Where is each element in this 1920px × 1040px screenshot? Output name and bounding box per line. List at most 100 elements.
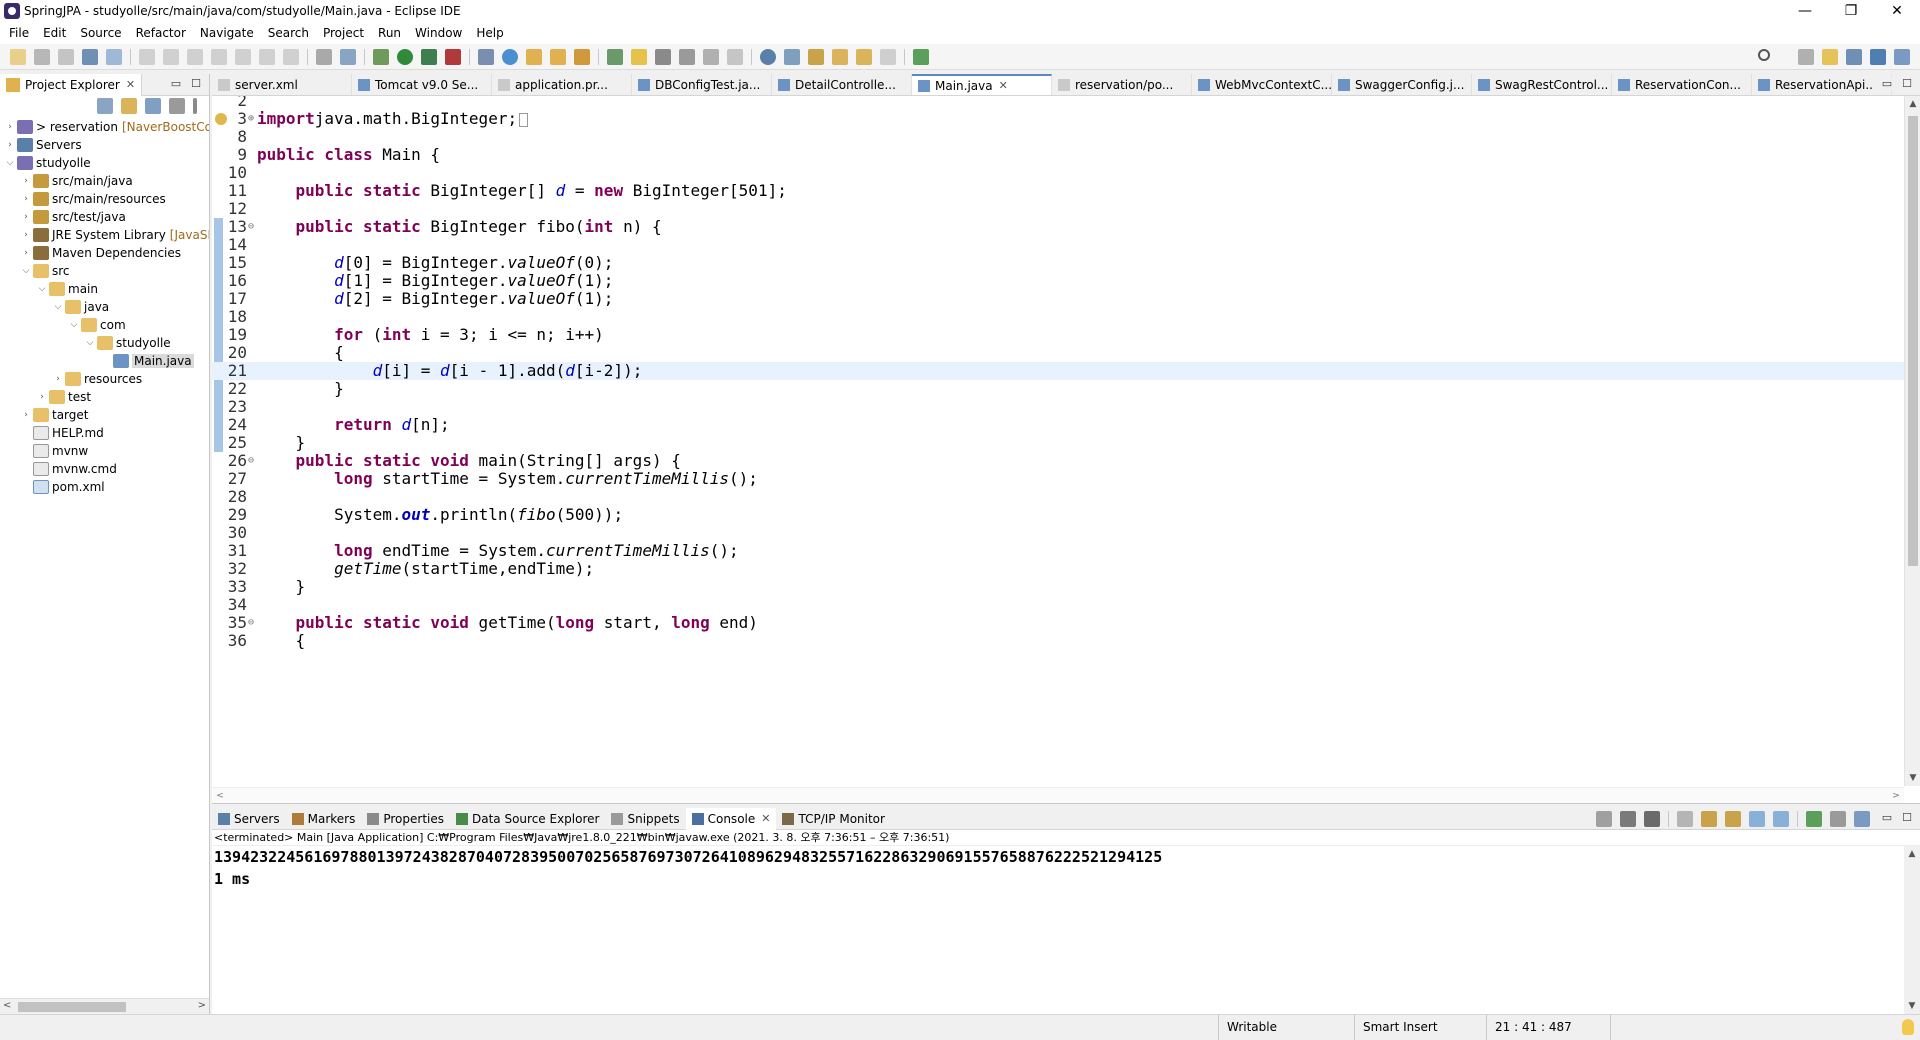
tree-item[interactable]: › Servers <box>0 136 209 154</box>
tree-item[interactable]: ⌵ java <box>0 298 209 316</box>
scroll-left-icon[interactable]: < <box>3 1000 11 1011</box>
expanded-icon[interactable]: ⌵ <box>84 338 96 348</box>
tree-item[interactable]: HELP.md <box>0 424 209 442</box>
console-vertical-scrollbar[interactable]: ▲ ▼ <box>1904 846 1920 1014</box>
search-icon[interactable] <box>1758 49 1770 61</box>
open-file-icon[interactable] <box>550 48 566 65</box>
collapse-fold-icon[interactable]: ⊖ <box>248 452 254 470</box>
tree-item[interactable]: › src/main/java <box>0 172 209 190</box>
link-with-editor-icon[interactable] <box>121 98 137 114</box>
tree-item[interactable]: Main.java <box>0 352 209 370</box>
pin-editor-icon[interactable] <box>913 48 929 65</box>
search-tool-icon[interactable] <box>574 48 590 65</box>
open-folder-icon[interactable] <box>526 48 542 65</box>
collapse-all-icon[interactable] <box>97 98 113 114</box>
tree-item[interactable]: ⌵ com <box>0 316 209 334</box>
remove-launch-icon[interactable] <box>1620 811 1636 827</box>
tree-item[interactable]: pom.xml <box>0 478 209 496</box>
maximize-icon[interactable]: ☐ <box>1900 811 1914 825</box>
tree-item[interactable]: › test <box>0 388 209 406</box>
new-class-icon[interactable] <box>502 48 518 65</box>
collapsed-icon[interactable]: › <box>20 410 32 420</box>
scroll-right-icon[interactable]: > <box>1888 788 1904 804</box>
step-return-icon[interactable] <box>283 48 299 65</box>
filter-icon[interactable] <box>145 98 161 114</box>
collapse-fold-icon[interactable]: ⊖ <box>248 614 254 632</box>
editor-tab[interactable]: application.pr... <box>492 74 632 95</box>
debug-icon[interactable] <box>373 48 389 65</box>
editor-horizontal-scrollbar[interactable]: < > <box>212 787 1904 803</box>
suspend-icon[interactable] <box>163 48 179 65</box>
editor-tab[interactable]: Tomcat v9.0 Se... <box>352 74 492 95</box>
menu-run[interactable]: Run <box>371 22 408 44</box>
collapsed-icon[interactable]: › <box>4 122 16 132</box>
tree-item[interactable]: ⌵ main <box>0 280 209 298</box>
minimize-icon[interactable]: ▭ <box>1880 77 1894 91</box>
pin-console-icon[interactable] <box>1806 811 1822 827</box>
skip-breakpoints-icon[interactable] <box>106 48 122 65</box>
scroll-down-icon[interactable]: ▼ <box>1905 770 1920 786</box>
last-edit-icon[interactable] <box>832 48 848 65</box>
collapsed-icon[interactable]: › <box>20 176 32 186</box>
menu-source[interactable]: Source <box>73 22 128 44</box>
new-icon[interactable] <box>10 48 26 65</box>
minimize-button[interactable]: — <box>1782 0 1828 22</box>
tree-item[interactable]: › src/test/java <box>0 208 209 226</box>
tab-properties[interactable]: Properties <box>361 808 450 830</box>
scroll-right-icon[interactable]: > <box>198 1000 206 1011</box>
collapsed-icon[interactable]: › <box>20 212 32 222</box>
collapsed-import-icon[interactable] <box>519 112 529 127</box>
tree-item[interactable]: mvnw <box>0 442 209 460</box>
open-task-icon[interactable] <box>340 48 356 65</box>
tab-console[interactable]: Console ✕ <box>685 807 777 830</box>
terminate-icon[interactable] <box>187 48 203 65</box>
tab-project-explorer[interactable]: Project Explorer ✕ <box>0 73 143 96</box>
scroll-down-icon[interactable]: ▼ <box>1904 998 1920 1014</box>
scrollbar-thumb[interactable] <box>18 1002 126 1012</box>
back-icon[interactable] <box>856 48 872 65</box>
tree-item[interactable]: ⌵ src <box>0 262 209 280</box>
open-type-icon[interactable] <box>316 48 332 65</box>
editor-tab[interactable]: DetailControlle... <box>772 74 912 95</box>
debug-perspective-icon[interactable] <box>1846 49 1862 65</box>
tab-markers[interactable]: Markers <box>286 808 362 830</box>
minimize-icon[interactable]: ▭ <box>169 77 183 91</box>
expand-fold-icon[interactable]: ⊕ <box>248 110 254 128</box>
console-output[interactable]: 1394232245616978801397243828704072839500… <box>212 846 1920 890</box>
tab-servers[interactable]: Servers <box>212 808 286 830</box>
collapse-fold-icon[interactable]: ⊖ <box>248 218 254 236</box>
scroll-lock-icon[interactable] <box>1701 811 1717 827</box>
menu-edit[interactable]: Edit <box>36 22 73 44</box>
maximize-icon[interactable]: ☐ <box>1900 77 1914 91</box>
resume-icon[interactable] <box>139 48 155 65</box>
word-wrap-icon[interactable] <box>679 48 695 65</box>
editor-tab[interactable]: SwagRestControl... <box>1472 74 1612 95</box>
globe-icon[interactable] <box>760 48 776 65</box>
expanded-icon[interactable]: ⌵ <box>20 266 32 276</box>
tree-item[interactable]: mvnw.cmd <box>0 460 209 478</box>
show-on-stdout-icon[interactable] <box>1749 811 1765 827</box>
menu-file[interactable]: File <box>2 22 36 44</box>
editor-tab[interactable]: server.xml <box>212 74 352 95</box>
tree-item[interactable]: ⌵ studyolle <box>0 154 209 172</box>
collapsed-icon[interactable]: › <box>20 194 32 204</box>
editor-tab[interactable]: WebMvcContextC... <box>1192 74 1332 95</box>
menu-project[interactable]: Project <box>316 22 371 44</box>
forward-icon[interactable] <box>880 48 896 65</box>
disconnect-icon[interactable] <box>211 48 227 65</box>
show-on-stderr-icon[interactable] <box>1773 811 1789 827</box>
menu-refactor[interactable]: Refactor <box>129 22 193 44</box>
editor-tab[interactable]: reservation/po... <box>1052 74 1192 95</box>
tree-item[interactable]: › Maven Dependencies <box>0 244 209 262</box>
save-icon[interactable] <box>34 48 50 65</box>
new-java-project-icon[interactable] <box>478 48 494 65</box>
mark-occurrences-icon[interactable] <box>631 48 647 65</box>
collapsed-icon[interactable]: › <box>36 392 48 402</box>
focus-icon[interactable] <box>169 98 185 114</box>
editor-tab[interactable]: ReservationApi... <box>1752 74 1892 95</box>
previous-annotation-icon[interactable] <box>808 48 824 65</box>
save-all-icon[interactable] <box>58 48 74 65</box>
terminal-icon[interactable] <box>82 48 98 65</box>
code-area[interactable]: 2 3 ⊕ importjava.math.BigInteger; 8 9 public c… <box>212 96 1904 786</box>
editor-tab[interactable]: SwaggerConfig.j... <box>1332 74 1472 95</box>
